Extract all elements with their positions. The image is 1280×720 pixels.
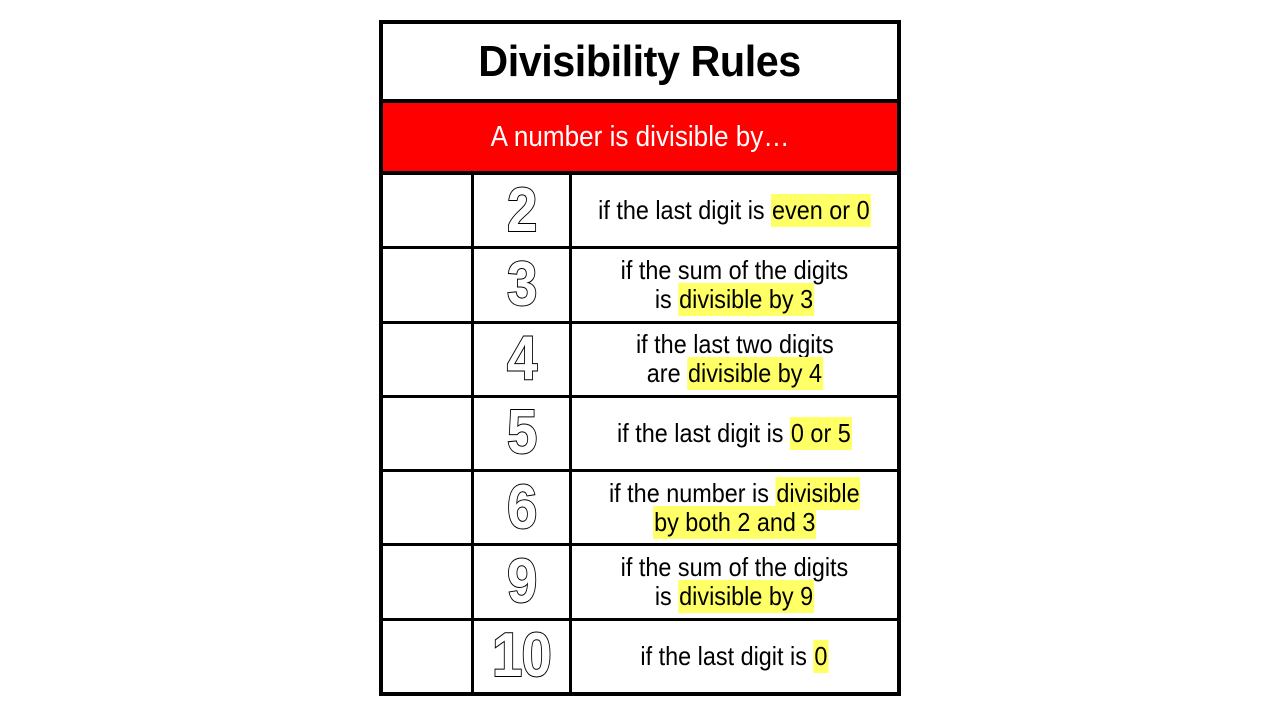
rule-text: if the sum of the digits is divisible by… — [621, 552, 848, 614]
rule-text-highlight: 0 — [813, 639, 829, 673]
rule-text: if the last two digits are divisible by … — [636, 330, 833, 391]
rules-table: Divisibility Rules A number is divisible… — [379, 20, 901, 696]
rule-text-plain: if the last digit is — [617, 417, 791, 448]
divisor-cell: 10 — [474, 620, 572, 692]
rule-cell: if the last digit is 0 — [572, 621, 897, 692]
checkbox-cell[interactable] — [383, 397, 474, 470]
table-row: 5 if the last digit is 0 or 5 — [383, 397, 897, 473]
checkbox-cell[interactable] — [383, 175, 474, 247]
checkbox-cell[interactable] — [383, 249, 474, 321]
rule-cell: if the sum of the digits is divisible by… — [572, 249, 897, 320]
divisor-cell: 2 — [474, 175, 572, 247]
table-row: 3 if the sum of the digits is divisible b… — [383, 249, 897, 324]
checkbox-cell[interactable] — [383, 323, 474, 395]
rule-text-plain: if the number is — [608, 477, 776, 508]
table-row: 6 if the number is divisible by both 2 an… — [383, 472, 897, 547]
poster-title-cell: Divisibility Rules — [383, 24, 897, 103]
rule-cell: if the number is divisible by both 2 and… — [572, 472, 897, 543]
table-row: 4 if the last two digits are divisible by… — [383, 323, 897, 398]
table-row: 9 if the sum of the digits is divisible b… — [383, 546, 897, 621]
divisor-number: 5 — [506, 398, 538, 468]
rule-text-highlight: divisible by 3 — [678, 282, 815, 316]
table-row: 2 if the last digit is even or 0 — [383, 175, 897, 250]
checkbox-cell[interactable] — [383, 620, 474, 692]
rule-text: if the number is divisible by both 2 and… — [608, 476, 861, 539]
divisor-cell: 3 — [474, 249, 572, 321]
divisor-cell: 4 — [474, 323, 572, 395]
rule-cell: if the last two digits are divisible by … — [572, 324, 897, 395]
rule-cell: if the last digit is 0 or 5 — [572, 398, 897, 469]
rule-text: if the last digit is 0 — [640, 639, 829, 673]
table-row: 10 if the last digit is 0 — [383, 620, 897, 692]
subtitle-text: A number is divisible by… — [490, 120, 790, 153]
checkbox-cell[interactable] — [383, 472, 474, 544]
divisor-number: 6 — [506, 472, 538, 542]
rule-text-highlight: even or 0 — [771, 194, 871, 228]
divisor-number: 4 — [506, 324, 538, 394]
rule-cell: if the last digit is even or 0 — [572, 175, 897, 246]
rule-text-highlight: 0 or 5 — [790, 416, 852, 450]
divisor-cell: 5 — [474, 397, 572, 470]
rules-row-group: 2 if the last digit is even or 0 3 if the s… — [383, 175, 897, 692]
divisor-cell: 6 — [474, 472, 572, 544]
checkbox-cell[interactable] — [383, 546, 474, 618]
divisor-cell: 9 — [474, 546, 572, 618]
divisor-number: 9 — [506, 547, 538, 617]
rule-text: if the sum of the digits is divisible by… — [621, 255, 848, 316]
divisor-number: 3 — [506, 249, 538, 319]
divisor-number: 2 — [506, 175, 538, 245]
poster-subtitle-band: A number is divisible by… — [383, 103, 897, 175]
divisor-number: 10 — [491, 621, 553, 691]
rule-text: if the last digit is even or 0 — [598, 194, 871, 228]
rule-text: if the last digit is 0 or 5 — [617, 416, 852, 450]
rule-text-plain: if the last digit is — [598, 195, 772, 226]
page-title: Divisibility Rules — [478, 36, 802, 86]
rule-text-highlight: divisible by 4 — [686, 357, 823, 391]
rule-text-plain: if the last digit is — [640, 640, 814, 671]
rule-cell: if the sum of the digits is divisible by… — [572, 546, 897, 617]
divisibility-rules-poster: Divisibility Rules A number is divisible… — [0, 0, 1280, 720]
rule-text-highlight: divisible by 9 — [678, 580, 815, 614]
